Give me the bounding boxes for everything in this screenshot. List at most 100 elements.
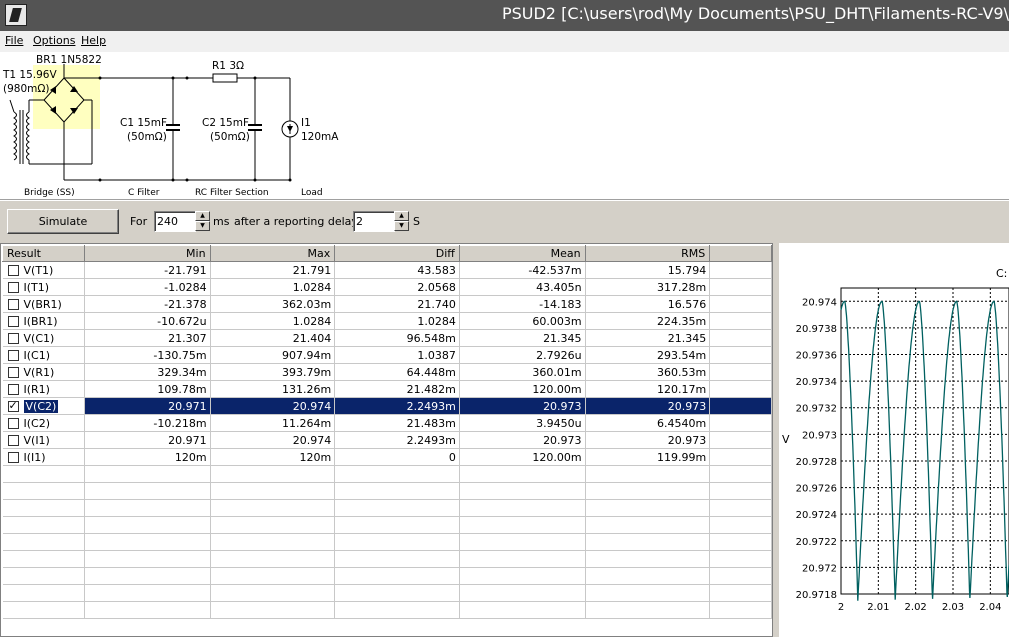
empty-cell xyxy=(585,533,711,551)
menu-options[interactable]: Options xyxy=(33,34,75,47)
table-row[interactable]: I(R1) 109.78m 131.26m 21.482m 120.00m 120.17m xyxy=(2,380,772,398)
result-name: V(R1) xyxy=(23,365,55,379)
filler-cell xyxy=(709,329,772,347)
filler-cell xyxy=(709,380,772,398)
result-diff-cell: 21.483m xyxy=(334,414,460,432)
table-row[interactable]: V(I1) 20.971 20.974 2.2493m 20.973 20.973 xyxy=(2,431,772,449)
empty-cell xyxy=(2,533,85,551)
result-mean-cell: 120.00m xyxy=(459,448,586,466)
result-rms-cell: 317.28m xyxy=(585,278,711,296)
schematic-wires xyxy=(9,64,299,182)
menu-file[interactable]: File xyxy=(5,34,23,47)
table-row[interactable]: V(C2)20.97120.9742.2493m20.97320.973 xyxy=(2,397,772,415)
result-rms-cell: 20.973 xyxy=(585,431,711,449)
circuit-schematic[interactable]: BR1 1N5822 T1 15.96V (980mΩ) R1 3Ω C1 15… xyxy=(0,52,1009,200)
graph-panel[interactable]: C: V 20.974 20.9738 20.9736 20.9734 20.9732 20.… xyxy=(779,243,1009,637)
result-rms-cell: 120.17m xyxy=(585,380,711,398)
result-name: I(T1) xyxy=(23,280,50,294)
empty-cell xyxy=(2,584,85,602)
duration-up-icon[interactable]: ▲ xyxy=(195,211,210,221)
plot-checkbox[interactable] xyxy=(7,451,19,463)
plot-checkbox[interactable] xyxy=(7,383,19,395)
col-max-header[interactable]: Max xyxy=(209,245,336,262)
table-row[interactable]: V(T1) -21.791 21.791 43.583 -42.537m 15.794 xyxy=(2,261,772,279)
filler-cell xyxy=(709,448,772,466)
col-mean-header[interactable]: Mean xyxy=(458,245,586,262)
plot-checkbox[interactable] xyxy=(7,434,19,446)
result-name-cell[interactable]: V(C1) xyxy=(2,329,85,347)
empty-cell xyxy=(210,550,336,568)
result-name-cell[interactable]: V(C2) xyxy=(2,397,85,415)
result-name-cell[interactable]: I(T1) xyxy=(2,278,85,296)
plot-checkbox[interactable] xyxy=(7,332,19,344)
empty-cell xyxy=(709,567,772,585)
result-mean-cell: 20.973 xyxy=(459,431,586,449)
delay-spinner[interactable]: ▲ ▼ xyxy=(394,211,409,232)
result-name-cell[interactable]: I(C2) xyxy=(2,414,85,432)
table-row[interactable]: I(I1) 120m 120m 0 120.00m 119.99m xyxy=(2,448,772,466)
menu-help[interactable]: Help xyxy=(81,34,106,47)
empty-cell xyxy=(84,550,211,568)
r1-label: R1 3Ω xyxy=(212,60,245,72)
empty-cell xyxy=(2,550,85,568)
y-tick-label: 20.9718 xyxy=(796,590,837,601)
result-rms-cell: 20.973 xyxy=(585,397,711,415)
plot-checkbox[interactable] xyxy=(7,264,19,276)
plot-checkbox[interactable] xyxy=(7,349,19,361)
table-row[interactable]: I(C2) -10.218m 11.264m 21.483m 3.9450u 6.4540… xyxy=(2,414,772,432)
app-icon[interactable] xyxy=(5,4,27,26)
result-name-cell[interactable]: V(T1) xyxy=(2,261,85,279)
plot-checkbox[interactable] xyxy=(7,399,19,412)
section-bridge-label: Bridge (SS) xyxy=(24,188,75,198)
table-row[interactable]: V(BR1) -21.378 362.03m 21.740 -14.183 16.576 xyxy=(2,295,772,313)
result-rms-cell: 16.576 xyxy=(585,295,711,313)
plot-checkbox[interactable] xyxy=(7,366,19,378)
delay-up-icon[interactable]: ▲ xyxy=(394,211,409,221)
result-name-cell[interactable]: V(R1) xyxy=(2,363,85,381)
table-row[interactable]: I(T1) -1.0284 1.0284 2.0568 43.405n 317.28m xyxy=(2,278,772,296)
result-name-cell[interactable]: I(R1) xyxy=(2,380,85,398)
result-rms-cell: 119.99m xyxy=(585,448,711,466)
window-title: PSUD2 [C:\users\rod\My Documents\PSU_DHT… xyxy=(501,4,1009,23)
empty-cell xyxy=(459,584,586,602)
empty-cell xyxy=(334,482,460,500)
c1-label: C1 15mF xyxy=(120,117,167,129)
result-diff-cell: 1.0387 xyxy=(334,346,460,364)
result-name: V(T1) xyxy=(23,263,54,277)
duration-input[interactable] xyxy=(154,211,196,232)
result-name-cell[interactable]: V(I1) xyxy=(2,431,85,449)
col-result-header[interactable]: Result xyxy=(2,245,85,262)
duration-spinner[interactable]: ▲ ▼ xyxy=(195,211,210,232)
simulate-button[interactable]: Simulate xyxy=(7,209,119,234)
plot-checkbox[interactable] xyxy=(7,298,19,310)
result-rms-cell: 224.35m xyxy=(585,312,711,330)
result-name-cell[interactable]: I(C1) xyxy=(2,346,85,364)
result-name: I(BR1) xyxy=(23,314,58,328)
table-row[interactable]: V(C1) 21.307 21.404 96.548m 21.345 21.345 xyxy=(2,329,772,347)
y-tick-label: 20.9724 xyxy=(796,510,837,521)
duration-down-icon[interactable]: ▼ xyxy=(195,221,210,231)
result-min-cell: -10.218m xyxy=(84,414,211,432)
delay-down-icon[interactable]: ▼ xyxy=(394,221,409,231)
empty-cell xyxy=(585,601,711,619)
filler-cell xyxy=(709,346,772,364)
col-rms-header[interactable]: RMS xyxy=(584,245,711,262)
empty-row xyxy=(2,482,772,500)
col-diff-header[interactable]: Diff xyxy=(334,245,460,262)
result-name-cell[interactable]: I(BR1) xyxy=(2,312,85,330)
table-row[interactable]: V(R1) 329.34m 393.79m 64.448m 360.01m 360.53m xyxy=(2,363,772,381)
table-row[interactable]: I(BR1) -10.672u 1.0284 1.0284 60.003m 224.35m xyxy=(2,312,772,330)
plot-checkbox[interactable] xyxy=(7,417,19,429)
results-table-panel[interactable]: Result Min Max Diff Mean RMS V(T1) -21.79… xyxy=(0,243,773,637)
duration-unit: ms xyxy=(213,215,230,228)
plot-checkbox[interactable] xyxy=(7,281,19,293)
result-name-cell[interactable]: V(BR1) xyxy=(2,295,85,313)
result-name-cell[interactable]: I(I1) xyxy=(2,448,85,466)
result-min-cell: 120m xyxy=(84,448,211,466)
result-max-cell: 120m xyxy=(210,448,336,466)
plot-checkbox[interactable] xyxy=(7,315,19,327)
delay-input[interactable] xyxy=(353,211,395,232)
table-row[interactable]: I(C1) -130.75m 907.94m 1.0387 2.7926u 293.54m xyxy=(2,346,772,364)
col-min-header[interactable]: Min xyxy=(83,245,211,262)
empty-row xyxy=(2,516,772,534)
